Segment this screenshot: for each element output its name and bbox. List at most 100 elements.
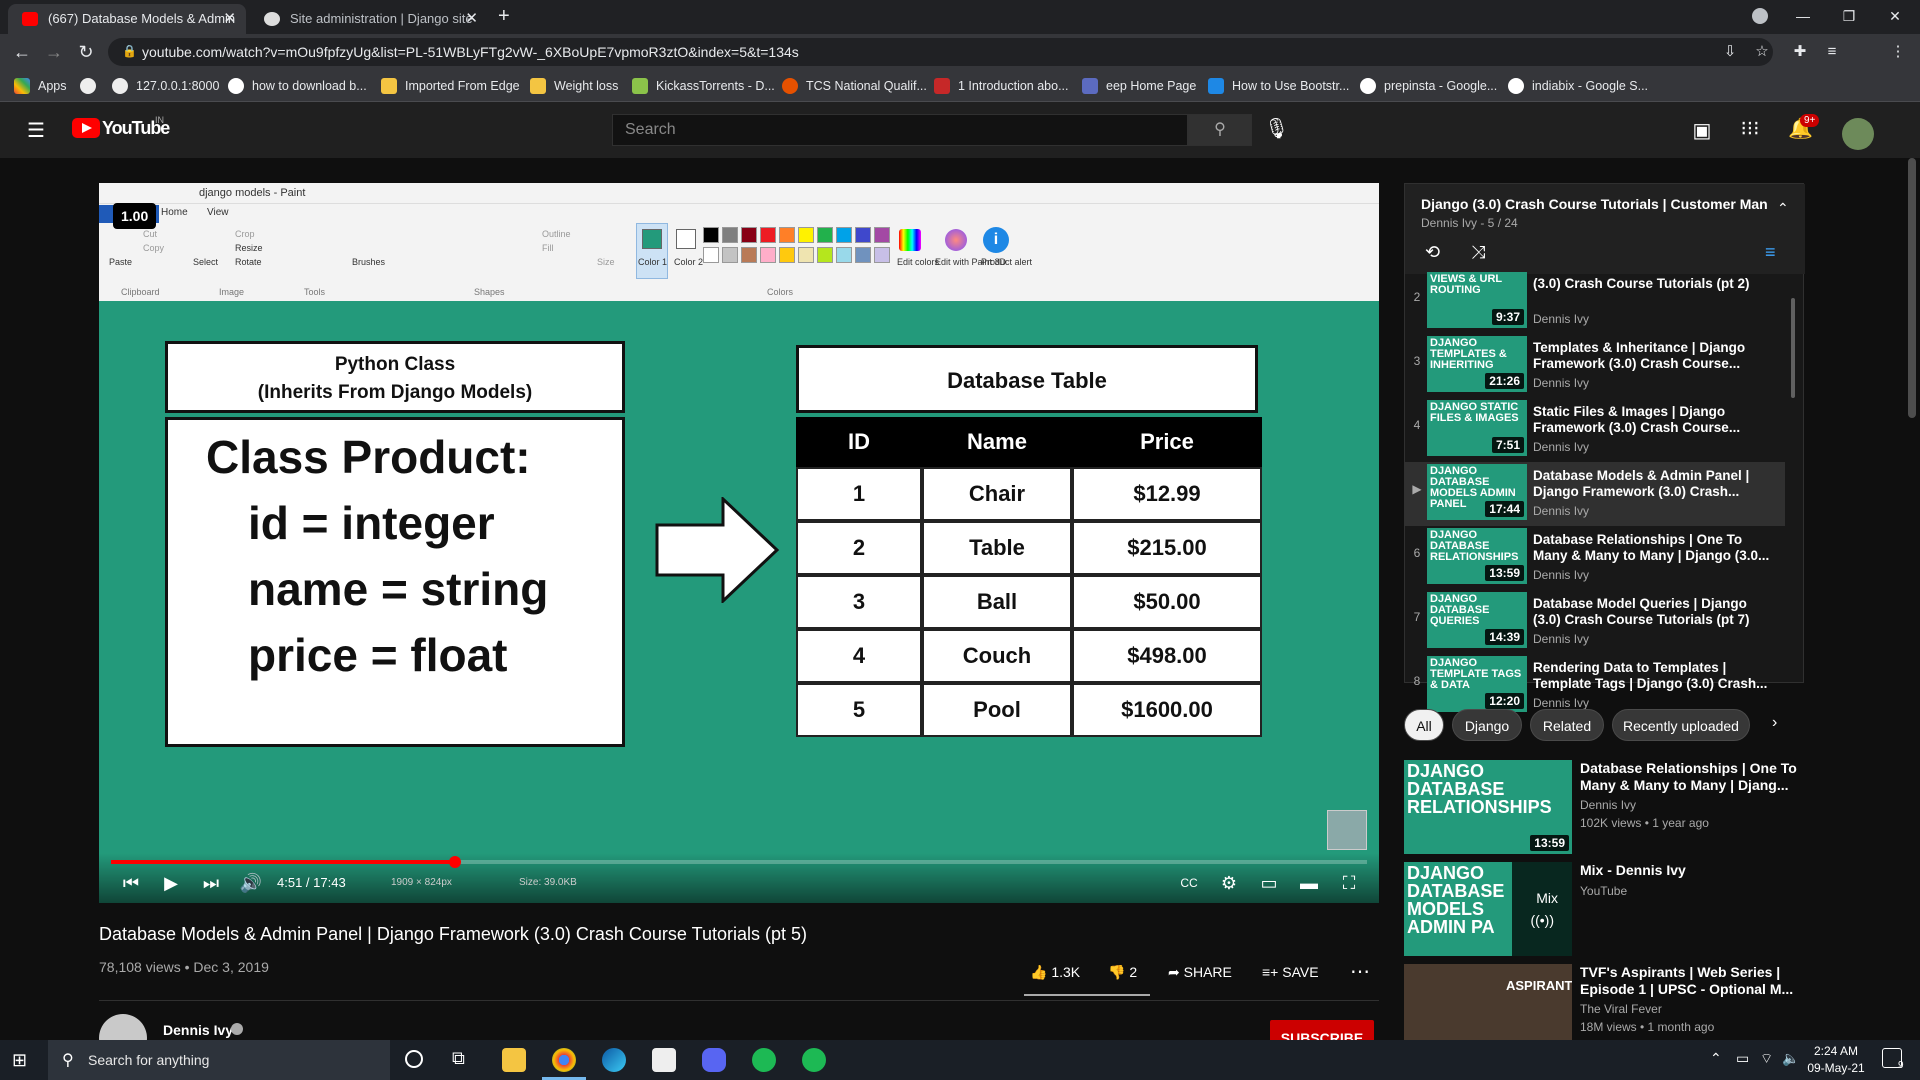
microphone-icon[interactable]: 🎙	[1264, 116, 1289, 141]
playlist-item-title[interactable]: Rendering Data to Templates | Template T…	[1533, 660, 1773, 692]
file-explorer-icon[interactable]	[502, 1048, 526, 1072]
recommendation-channel[interactable]: YouTube	[1580, 884, 1627, 898]
playlist-item[interactable]: 4 DJANGO STATIC FILES & IMAGES 7:51 Static …	[1405, 398, 1785, 462]
bookmark-introduction[interactable]: 1 Introduction abo...	[934, 76, 1069, 96]
minimize-button[interactable]: —	[1780, 0, 1826, 32]
loop-icon[interactable]: ⟲	[1425, 242, 1440, 263]
collapse-chevron-icon[interactable]: ⌃	[1777, 200, 1789, 217]
chips-next-icon[interactable]: ›	[1772, 714, 1777, 732]
channel-name[interactable]: Dennis Ivy	[163, 1022, 233, 1038]
playlist-item[interactable]: 3 DJANGO TEMPLATES & INHERITING 21:26 Templ…	[1405, 334, 1785, 398]
playlist-item-thumbnail[interactable]: DJANGO DATABASE QUERIES 14:39	[1427, 592, 1527, 648]
save-button[interactable]: ≡+ SAVE	[1262, 960, 1319, 984]
like-button[interactable]: 👍 1.3K	[1030, 960, 1080, 984]
apps-grid-icon[interactable]: ⁝⁝⁝	[1738, 116, 1762, 141]
youtube-logo-icon[interactable]	[72, 118, 100, 138]
save-playlist-icon[interactable]: ≡	[1765, 242, 1776, 263]
playlist-item[interactable]: 2 VIEWS & URL ROUTING 9:37 (3.0) Crash Cour…	[1405, 270, 1785, 334]
playlist-item[interactable]: ▶ DJANGO DATABASE MODELS ADMIN PANEL 17:44…	[1405, 462, 1785, 526]
bookmark-star-icon[interactable]: ☆	[1752, 42, 1772, 62]
playlist-item-title[interactable]: Templates & Inheritance | Django Framewo…	[1533, 340, 1773, 372]
reading-list-icon[interactable]: ≡	[1822, 42, 1842, 62]
playlist-scrollbar[interactable]	[1791, 298, 1795, 398]
hamburger-menu-icon[interactable]: ☰	[24, 118, 48, 143]
speaker-icon[interactable]: 🔈	[1782, 1050, 1799, 1067]
recommendation-thumbnail[interactable]: DJANGO DATABASE RELATIONSHIPS 13:59	[1404, 760, 1572, 854]
volume-icon[interactable]: 🔊	[237, 869, 265, 897]
dislike-button[interactable]: 👎 2	[1108, 960, 1137, 984]
playlist-item-title[interactable]: (3.0) Crash Course Tutorials (pt 2)	[1533, 276, 1773, 292]
bookmark-kickass[interactable]: KickassTorrents - D...	[632, 76, 775, 96]
bookmark-prepinsta[interactable]: prepinsta - Google...	[1360, 76, 1497, 96]
clock-time[interactable]: 2:24 AM	[1808, 1044, 1864, 1058]
playlist-item-thumbnail[interactable]: VIEWS & URL ROUTING 9:37	[1427, 272, 1527, 328]
more-actions-icon[interactable]: ⋯	[1350, 960, 1370, 984]
chrome-icon[interactable]	[552, 1048, 576, 1072]
search-button[interactable]: ⚲	[1188, 114, 1252, 146]
recommendation-item[interactable]: DJANGO DATABASE MODELS ADMIN PA Mix ((•)…	[1404, 862, 1824, 958]
chip-django[interactable]: Django	[1452, 709, 1522, 741]
tab-search-icon[interactable]	[1752, 8, 1768, 24]
restore-button[interactable]: ❐	[1826, 0, 1872, 32]
bookmark-folder-edge[interactable]: Imported From Edge	[381, 76, 520, 96]
bookmark-bootstrap[interactable]: How to Use Bootstr...	[1208, 76, 1349, 96]
progress-bar[interactable]	[111, 856, 1367, 868]
recommendation-title[interactable]: TVF's Aspirants | Web Series | Episode 1…	[1580, 964, 1800, 998]
recommendation-title[interactable]: Mix - Dennis Ivy	[1580, 862, 1800, 879]
search-input[interactable]: Search	[612, 114, 1188, 146]
bookmark-indiabix[interactable]: indiabix - Google S...	[1508, 76, 1648, 96]
playlist-item-thumbnail[interactable]: DJANGO TEMPLATES & INHERITING 21:26	[1427, 336, 1527, 392]
reload-button[interactable]: ↻	[74, 40, 98, 64]
video-player[interactable]: django models - Paint Home View 1.00 Pas…	[99, 183, 1379, 903]
captions-icon[interactable]: CC	[1175, 869, 1203, 897]
playlist-item-title[interactable]: Database Model Queries | Django (3.0) Cr…	[1533, 596, 1773, 628]
window-close-button[interactable]: ✕	[1872, 0, 1918, 32]
playlist-item-thumbnail[interactable]: DJANGO DATABASE MODELS ADMIN PANEL 17:44	[1427, 464, 1527, 520]
back-button[interactable]: ←	[10, 40, 34, 64]
recommendation-thumbnail[interactable]: DJANGO DATABASE MODELS ADMIN PA Mix ((•)…	[1404, 862, 1572, 956]
forward-button[interactable]: →	[42, 40, 66, 64]
new-tab-button[interactable]: +	[498, 5, 510, 28]
task-view-icon[interactable]: ⧉	[452, 1048, 465, 1069]
bookmark-globe[interactable]	[80, 76, 104, 96]
playlist-item[interactable]: 7 DJANGO DATABASE QUERIES 14:39 Database Mo…	[1405, 590, 1785, 654]
taskbar-search-input[interactable]: ⚲ Search for anything	[48, 1040, 390, 1080]
windows-start-icon[interactable]: ⊞	[12, 1050, 27, 1071]
shuffle-icon[interactable]: ⤨	[1471, 242, 1485, 263]
bookmark-eep[interactable]: eep Home Page	[1082, 76, 1196, 96]
fullscreen-icon[interactable]: ⛶	[1335, 869, 1363, 897]
close-icon[interactable]: ✕	[223, 4, 236, 34]
play-icon[interactable]: ▶	[157, 869, 185, 897]
clock-date[interactable]: 09-May-21	[1804, 1061, 1868, 1075]
store-icon[interactable]	[652, 1048, 676, 1072]
bookmark-folder-weight[interactable]: Weight loss	[530, 76, 618, 96]
bookmark-download[interactable]: how to download b...	[228, 76, 367, 96]
chip-recently-uploaded[interactable]: Recently uploaded	[1612, 709, 1750, 741]
playlist-item-title[interactable]: Database Relationships | One To Many & M…	[1533, 532, 1773, 564]
close-icon[interactable]: ✕	[465, 4, 478, 34]
browser-tab-youtube[interactable]: (667) Database Models & Admin ✕	[8, 4, 246, 34]
omnibox[interactable]: 🔒 youtube.com/watch?v=mOu9fpfzyUg&list=P…	[108, 38, 1773, 66]
browser-tab-django-admin[interactable]: Site administration | Django site ✕	[250, 4, 488, 34]
playlist-item-title[interactable]: Static Files & Images | Django Framework…	[1533, 404, 1773, 436]
edge-icon[interactable]	[602, 1048, 626, 1072]
extensions-icon[interactable]: ✚	[1790, 42, 1810, 62]
share-button[interactable]: ➦ SHARE	[1168, 960, 1232, 984]
discord-icon[interactable]	[702, 1048, 726, 1072]
cortana-icon[interactable]	[405, 1050, 423, 1068]
bookmark-tcs[interactable]: TCS National Qualif...	[782, 76, 927, 96]
wifi-icon[interactable]: ⌔	[1760, 1050, 1773, 1068]
playlist-item-title[interactable]: Database Models & Admin Panel | Django F…	[1533, 468, 1773, 500]
recommendation-title[interactable]: Database Relationships | One To Many & M…	[1580, 760, 1800, 794]
install-icon[interactable]: ⇩	[1720, 42, 1740, 62]
recommendation-channel[interactable]: The Viral Fever	[1580, 1002, 1662, 1016]
create-video-icon[interactable]: ▣	[1690, 118, 1714, 143]
miniplayer-icon[interactable]: ▭	[1255, 869, 1283, 897]
spotify-icon[interactable]	[802, 1048, 826, 1072]
playlist-item[interactable]: 6 DJANGO DATABASE RELATIONSHIPS 13:59 Datab…	[1405, 526, 1785, 590]
bookmark-localhost[interactable]: 127.0.0.1:8000	[112, 76, 219, 96]
chip-all[interactable]: All	[1404, 709, 1444, 741]
playlist-item-thumbnail[interactable]: DJANGO DATABASE RELATIONSHIPS 13:59	[1427, 528, 1527, 584]
theater-mode-icon[interactable]: ▬	[1295, 869, 1323, 897]
recommendation-item[interactable]: DJANGO DATABASE RELATIONSHIPS 13:59 Data…	[1404, 760, 1824, 856]
